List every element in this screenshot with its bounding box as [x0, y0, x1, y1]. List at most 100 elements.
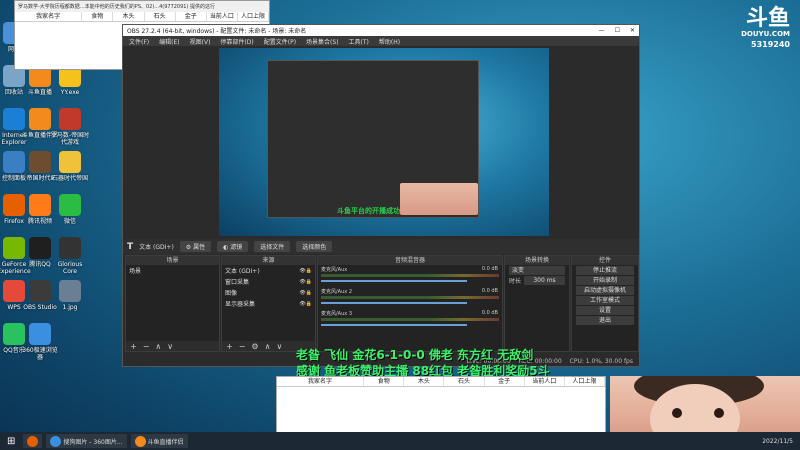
visibility-lock-icon[interactable]: 👁🔒 [299, 279, 312, 285]
text-source-icon: T [127, 241, 134, 252]
source-item[interactable]: 文本 (GDI+) 👁🔒 [222, 265, 315, 276]
add-icon[interactable]: + [226, 342, 233, 351]
source-item[interactable]: 图像 👁🔒 [222, 287, 315, 298]
track-name: 麦克风/Aux 3 [321, 311, 353, 317]
table-column-header: 人口上限 [238, 12, 270, 21]
control-button[interactable]: 设置 [576, 306, 634, 315]
remove-icon[interactable]: − [239, 342, 246, 351]
bottom-table-header: 我家名字 食物 木头 石头 金子 当前人口 人口上限 [277, 377, 605, 387]
menu-item[interactable]: 编辑(E) [159, 37, 179, 46]
up-icon[interactable]: ∧ [155, 342, 161, 351]
control-button[interactable]: 退出 [576, 316, 634, 325]
transitions-header: 场景转换 [505, 256, 569, 265]
desktop-icon[interactable]: Glorious Core [50, 237, 90, 275]
menu-item[interactable]: 文件(F) [129, 37, 149, 46]
status-item: CPU: 1.0%, 30.00 fps [569, 357, 633, 365]
bottom-resource-table: 我家名字 食物 木头 石头 金子 当前人口 人口上限 [276, 376, 606, 436]
table-column-header: 食物 [82, 12, 114, 21]
taskbar-douyu-label: 斗鱼直播伴侣 [147, 438, 184, 446]
controls-header: 控件 [572, 256, 638, 265]
danmu-line-1: 老昝 飞仙 金花6-1-0-0 佛老 东方红 无敌剑 [296, 348, 534, 362]
select-color-button[interactable]: 选择颜色 [296, 241, 333, 252]
obs-window[interactable]: OBS 27.2.4 (64-bit, windows) - 配置文件: 未命名… [122, 24, 640, 367]
selected-source-label: 文本 (GDI+) [139, 244, 174, 251]
properties-button[interactable]: ⚙ 属性 [179, 241, 212, 252]
desktop-icon[interactable]: 1.jpg [50, 280, 90, 311]
firefox-icon [27, 435, 39, 447]
volume-slider[interactable] [321, 302, 467, 304]
menu-item[interactable]: 帮助(H) [379, 37, 400, 46]
menu-item[interactable]: 停靠部件(D) [220, 37, 253, 46]
sources-list: 文本 (GDI+) 👁🔒 窗口采集 👁🔒 图像 👁🔒 显示器采集 👁🔒 [222, 265, 315, 309]
app-icon [59, 151, 81, 173]
menu-item[interactable]: 场景集合(S) [306, 37, 339, 46]
menu-item[interactable]: 配置文件(P) [264, 37, 296, 46]
preview-overlay-text: 斗鱼平台的开播成功 [337, 207, 400, 215]
start-icon[interactable]: ⊞ [3, 436, 19, 447]
desktop-icon[interactable]: 微信 [50, 194, 90, 225]
app-icon [29, 194, 51, 216]
taskbar-360-label: 搜狗图片 - 360图片... [63, 438, 123, 446]
obs-preview[interactable]: 斗鱼平台的开播成功 [219, 48, 549, 236]
volume-slider[interactable] [321, 280, 467, 282]
table-column-header: 木头 [404, 377, 445, 386]
table-column-header: 金子 [485, 377, 525, 386]
visibility-lock-icon[interactable]: 👁🔒 [299, 301, 312, 307]
app-icon [59, 280, 81, 302]
desktop-icon[interactable]: 360极速浏览器 [20, 323, 60, 361]
maximize-icon[interactable]: ☐ [615, 27, 620, 34]
scenes-header: 场景 [126, 256, 219, 265]
table-column-header: 我家名字 [15, 12, 83, 21]
room-id: 5319240 [751, 40, 790, 49]
filters-button[interactable]: ◐ 滤镜 [217, 241, 249, 252]
duration-row: 时长 300 ms [505, 276, 569, 285]
up-icon[interactable]: ∧ [265, 342, 271, 351]
taskbar-firefox[interactable] [23, 434, 43, 448]
desktop-icon-label: 360极速浏览器 [22, 347, 58, 361]
volume-meter [321, 318, 499, 321]
mixer-dock: 音频混音器 麦克风/Aux 0.0 dB 麦克风/Aux 2 0.0 dB 麦克风/Au… [317, 255, 503, 352]
source-item-label: 文本 (GDI+) [225, 268, 260, 275]
down-icon[interactable]: ∨ [276, 342, 282, 351]
obs-menubar: 文件(F) 编辑(E) 视图(V) 停靠部件(D) 配置文件(P) 场景集合(S) 工具(T… [123, 36, 639, 46]
table-column-header: 石头 [145, 12, 176, 21]
track-name: 麦克风/Aux 2 [321, 289, 353, 295]
app-icon [29, 108, 51, 130]
control-button[interactable]: 停止推流 [576, 266, 634, 275]
visibility-lock-icon[interactable]: 👁🔒 [299, 290, 312, 296]
volume-slider[interactable] [321, 324, 467, 326]
menu-item[interactable]: 视图(V) [190, 37, 211, 46]
source-item[interactable]: 窗口采集 👁🔒 [222, 276, 315, 287]
scene-item[interactable]: 场景 [126, 265, 219, 276]
taskbar-360[interactable]: 搜狗图片 - 360图片... [46, 434, 127, 448]
taskbar-douyu[interactable]: 斗鱼直播伴侣 [130, 434, 188, 448]
visibility-lock-icon[interactable]: 👁🔒 [299, 268, 312, 274]
menu-item[interactable]: 工具(T) [349, 37, 369, 46]
control-button[interactable]: 开始录制 [576, 276, 634, 285]
gear-icon[interactable]: ⚙ [251, 342, 258, 351]
app-icon [29, 237, 51, 259]
select-file-button[interactable]: 选择文件 [254, 241, 291, 252]
source-toolbar: T 文本 (GDI+) ⚙ 属性 ◐ 滤镜 选择文件 选择颜色 [123, 239, 639, 254]
control-button[interactable]: 工作室模式 [576, 296, 634, 305]
transition-select[interactable]: 淡变 [509, 266, 565, 275]
source-item[interactable]: 显示器采集 👁🔒 [222, 298, 315, 309]
add-icon[interactable]: + [130, 342, 137, 351]
mixer-track: 麦克风/Aux 3 0.0 dB [318, 309, 502, 331]
desktop-icon[interactable]: 石器时代帝国 [50, 151, 90, 182]
desktop-icon-label: 罗马数-帝国时代游戏 [50, 132, 90, 146]
mixer-track: 麦克风/Aux 0.0 dB [318, 265, 502, 287]
duration-input[interactable]: 300 ms [524, 276, 565, 285]
down-icon[interactable]: ∨ [167, 342, 173, 351]
source-item-label: 窗口采集 [225, 279, 250, 286]
mixer-list: 麦克风/Aux 0.0 dB 麦克风/Aux 2 0.0 dB 麦克风/Aux 3 0.0… [318, 265, 502, 331]
close-icon[interactable]: ✕ [630, 27, 635, 34]
minimize-icon[interactable]: — [599, 27, 605, 34]
table-column-header: 人口上限 [565, 377, 605, 386]
desktop-icon[interactable]: 罗马数-帝国时代游戏 [50, 108, 90, 146]
app-icon [59, 237, 81, 259]
app-icon [59, 108, 81, 130]
scenes-footer: + − ∧ ∨ [126, 341, 219, 351]
control-button[interactable]: 启动虚拟摄像机 [576, 286, 634, 295]
remove-icon[interactable]: − [143, 342, 150, 351]
